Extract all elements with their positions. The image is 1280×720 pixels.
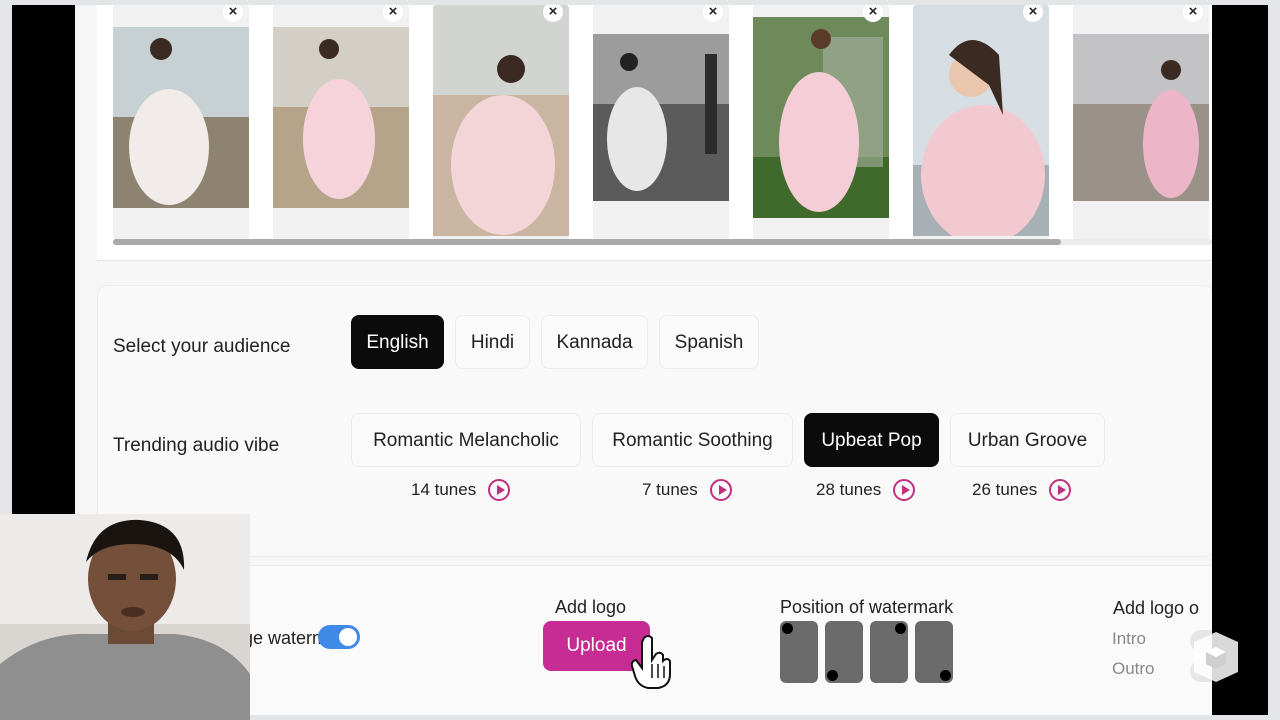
outro-label: Outro (1112, 659, 1155, 678)
thumbnail[interactable]: × (593, 5, 729, 240)
settings-card: Select your audience English Hindi Kanna… (97, 285, 1212, 557)
tunes-count-romantic-melancholic: 14 tunes (411, 479, 511, 501)
close-icon[interactable]: × (383, 5, 403, 22)
play-icon[interactable] (1049, 479, 1072, 501)
thumbnail-image (753, 17, 889, 218)
watermark-position-top-left[interactable] (780, 621, 818, 683)
tunes-count-label: 14 tunes (411, 480, 477, 499)
photo-gallery: × × × × × × × (97, 5, 1212, 261)
watermark-position-top-right[interactable] (870, 621, 908, 683)
tunes-count-upbeat-pop: 28 tunes (816, 479, 916, 501)
audience-option-english[interactable]: English (351, 315, 444, 369)
thumbnail[interactable]: × (433, 5, 569, 240)
thumbnail[interactable]: × (753, 5, 889, 240)
close-icon[interactable]: × (703, 5, 723, 22)
play-icon[interactable] (488, 479, 511, 501)
audience-option-kannada[interactable]: Kannada (541, 315, 648, 369)
tunes-count-romantic-soothing: 7 tunes (642, 479, 732, 501)
add-logo-on-label: Add logo o (1113, 598, 1200, 618)
thumbnail-image (593, 34, 729, 201)
watermark-position-label: Position of watermark (780, 597, 954, 617)
position-dot (940, 670, 951, 681)
position-dot (782, 623, 793, 634)
intro-label: Intro (1112, 629, 1147, 648)
watermark-toggle[interactable] (318, 625, 360, 649)
audio-option-upbeat-pop[interactable]: Upbeat Pop (804, 413, 939, 467)
presenter-image (0, 514, 250, 720)
webcam-overlay (0, 514, 250, 720)
thumbnail[interactable]: × (273, 5, 409, 240)
close-icon[interactable]: × (223, 5, 243, 22)
tunes-count-label: 26 tunes (972, 480, 1038, 499)
thumbnail-image (113, 27, 249, 208)
thumbnail[interactable]: × (1073, 5, 1209, 240)
thumbnail-image (273, 27, 409, 208)
audio-option-romantic-soothing[interactable]: Romantic Soothing (592, 413, 793, 467)
add-logo-label: Add logo (555, 597, 627, 617)
audio-option-urban-groove[interactable]: Urban Groove (950, 413, 1105, 467)
channel-logo-icon (1194, 632, 1238, 682)
hand-cursor-icon (630, 635, 671, 689)
thumbnail-image (433, 5, 569, 236)
tunes-count-label: 28 tunes (816, 480, 882, 499)
thumbnail-image (1073, 34, 1209, 201)
close-icon[interactable]: × (1183, 5, 1203, 22)
audience-option-spanish[interactable]: Spanish (659, 315, 759, 369)
audio-vibe-label: Trending audio vibe (113, 435, 280, 456)
watermark-position-bottom-left[interactable] (825, 621, 863, 683)
video-frame-right (1212, 5, 1268, 715)
watermark-position-bottom-right[interactable] (915, 621, 953, 683)
play-icon[interactable] (893, 479, 916, 501)
gallery-scrollbar[interactable] (113, 239, 1212, 245)
audio-option-romantic-melancholic[interactable]: Romantic Melancholic (351, 413, 581, 467)
thumbnail[interactable]: × (113, 5, 249, 240)
thumbnail-image (913, 5, 1049, 236)
audience-label: Select your audience (113, 336, 291, 357)
tunes-count-urban-groove: 26 tunes (972, 479, 1072, 501)
tunes-count-label: 7 tunes (642, 480, 698, 499)
position-dot (827, 670, 838, 681)
gallery-scrollbar-thumb[interactable] (113, 239, 1061, 245)
audience-option-hindi[interactable]: Hindi (455, 315, 530, 369)
position-dot (895, 623, 906, 634)
play-icon[interactable] (709, 479, 732, 501)
thumbnail[interactable]: × (913, 5, 1049, 240)
